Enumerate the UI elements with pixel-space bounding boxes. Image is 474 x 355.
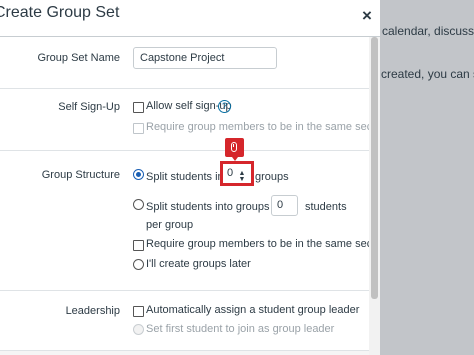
- scrollbar-thumb[interactable]: [371, 37, 378, 299]
- question-circle-icon[interactable]: ?: [218, 100, 231, 113]
- structure-require-section-checkbox[interactable]: [133, 240, 144, 251]
- create-group-set-dialog: Create Group Set × Group Set Name Self S…: [0, 0, 380, 355]
- split-into-groups-radio[interactable]: [133, 169, 144, 180]
- section-divider: [0, 290, 369, 291]
- signup-require-section-checkbox[interactable]: [133, 123, 144, 134]
- create-groups-later-radio[interactable]: [133, 259, 144, 270]
- dialog-scrollbar[interactable]: [369, 37, 380, 355]
- mouse-click-icon: [225, 138, 244, 161]
- dialog-title: Create Group Set: [0, 4, 120, 21]
- self-signup-label: Self Sign-Up: [58, 101, 120, 113]
- first-student-leader-radio[interactable]: [133, 324, 144, 335]
- group-structure-label: Group Structure: [41, 169, 120, 181]
- structure-require-section-label: Require group members to be in the same …: [146, 238, 380, 250]
- auto-assign-leader-checkbox[interactable]: [133, 306, 144, 317]
- create-groups-later-label: I'll create groups later: [146, 258, 251, 270]
- dialog-header: Create Group Set ×: [0, 0, 380, 37]
- students-per-group-input[interactable]: 0: [271, 195, 298, 216]
- group-set-name-input[interactable]: [133, 47, 277, 69]
- background-text-line-1: calendar, discussion: [382, 24, 474, 38]
- split-by-size-radio[interactable]: [133, 199, 144, 210]
- split-by-size-suffix: students: [305, 201, 347, 213]
- mouse-glyph: [231, 142, 237, 152]
- dialog-footer-edge: [0, 350, 369, 355]
- first-student-leader-label: Set first student to join as group leade…: [146, 323, 335, 335]
- close-icon[interactable]: ×: [357, 6, 377, 26]
- split-by-size-line2: per group: [146, 219, 194, 231]
- section-divider: [0, 150, 369, 151]
- signup-require-section-label: Require group members to be in the same …: [146, 121, 380, 133]
- split-into-groups-suffix: groups: [255, 171, 289, 183]
- allow-self-signup-checkbox[interactable]: [133, 102, 144, 113]
- auto-assign-leader-label: Automatically assign a student group lea…: [146, 304, 360, 316]
- background-text-line-2: created, you can set: [381, 67, 474, 81]
- section-divider: [0, 88, 369, 89]
- group-set-name-label: Group Set Name: [37, 52, 120, 64]
- group-count-highlight: [220, 161, 254, 186]
- leadership-label: Leadership: [65, 305, 120, 317]
